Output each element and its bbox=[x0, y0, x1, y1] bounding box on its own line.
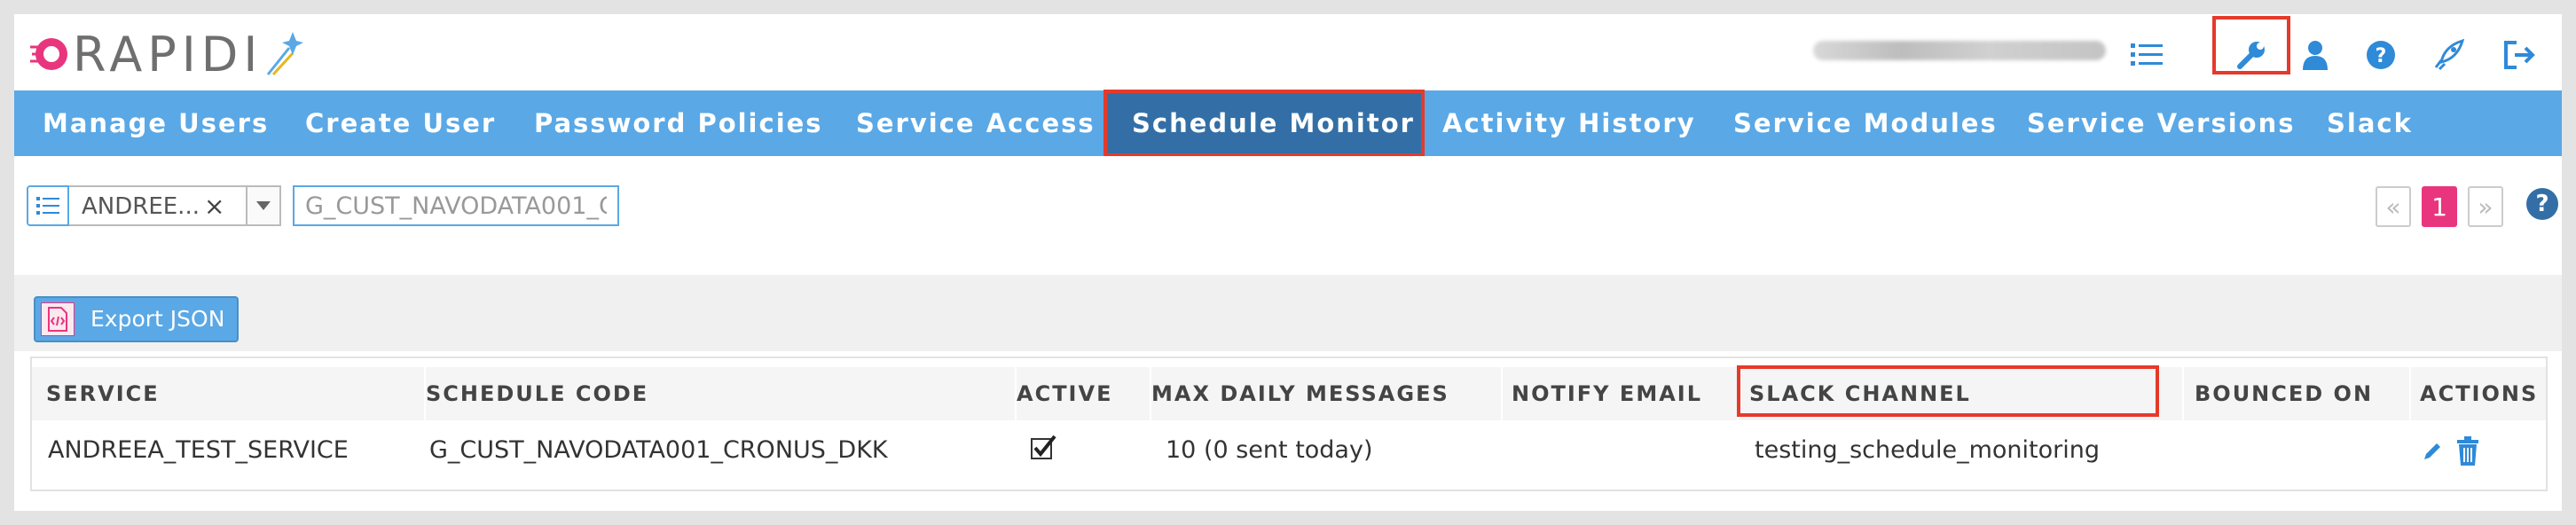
schedule-monitor-highlight bbox=[1103, 90, 1425, 157]
logo-text: RAPIDI bbox=[73, 26, 263, 82]
schedule-code-search-input[interactable] bbox=[293, 185, 619, 226]
edit-pencil-icon[interactable] bbox=[2422, 441, 2443, 462]
rocket-icon[interactable] bbox=[2427, 34, 2470, 76]
export-json-button[interactable]: Export JSON bbox=[34, 296, 240, 342]
pager-next-button[interactable]: » bbox=[2468, 186, 2503, 227]
app-frame: RAPIDI ? Manage Users Create User Passwo… bbox=[14, 14, 2562, 511]
active-checkbox[interactable] bbox=[1031, 429, 1057, 479]
help-icon[interactable]: ? bbox=[2360, 34, 2402, 76]
cell-max-daily-messages: 10 (0 sent today) bbox=[1166, 436, 1373, 464]
schedule-table: SERVICE SCHEDULE CODE ACTIVE MAX DAILY M… bbox=[30, 357, 2548, 491]
logo-spark-icon bbox=[267, 32, 304, 76]
user-icon[interactable] bbox=[2294, 34, 2336, 76]
json-file-icon bbox=[41, 302, 75, 336]
delete-trash-icon[interactable] bbox=[2454, 435, 2481, 466]
nav-activity-history[interactable]: Activity History bbox=[1442, 90, 1696, 156]
list-icon bbox=[36, 197, 59, 215]
logout-icon[interactable] bbox=[2498, 34, 2541, 76]
filter-row: ANDREE... × « 1 » ? bbox=[14, 156, 2562, 289]
column-divider bbox=[2182, 367, 2184, 474]
column-header-active[interactable]: ACTIVE bbox=[1017, 371, 1112, 417]
column-header-actions: ACTIONS bbox=[2420, 381, 2539, 406]
list-icon[interactable] bbox=[2125, 34, 2168, 76]
cell-slack-channel: testing_schedule_monitoring bbox=[1755, 436, 2100, 464]
cell-schedule-code: G_CUST_NAVODATA001_CRONUS_DKK bbox=[429, 436, 888, 464]
cell-service: ANDREEA_TEST_SERVICE bbox=[48, 436, 349, 464]
nav-password-policies[interactable]: Password Policies bbox=[534, 90, 823, 156]
column-header-bounced-on[interactable]: BOUNCED ON bbox=[2195, 371, 2373, 417]
clear-selection-icon[interactable]: × bbox=[204, 187, 224, 226]
chevron-down-icon bbox=[256, 201, 271, 210]
export-json-label: Export JSON bbox=[90, 306, 225, 332]
svg-text:?: ? bbox=[2376, 45, 2387, 67]
nav-manage-users[interactable]: Manage Users bbox=[43, 90, 269, 156]
checkbox-checked-icon bbox=[1031, 435, 1056, 459]
list-toggle-button[interactable] bbox=[27, 185, 69, 226]
nav-service-access[interactable]: Service Access bbox=[856, 90, 1096, 156]
nav-service-modules[interactable]: Service Modules bbox=[1733, 90, 1998, 156]
column-header-service[interactable]: SERVICE bbox=[46, 371, 160, 417]
header: RAPIDI ? bbox=[14, 14, 2562, 90]
column-header-max-daily-messages[interactable]: MAX DAILY MESSAGES bbox=[1151, 371, 1449, 417]
service-select-value: ANDREE... bbox=[82, 193, 200, 220]
toolbar: Export JSON bbox=[14, 275, 2562, 351]
service-select-dropdown[interactable] bbox=[246, 185, 281, 226]
slack-channel-highlight bbox=[1737, 365, 2159, 417]
rapidi-logo[interactable]: RAPIDI bbox=[30, 25, 304, 83]
nav-service-versions[interactable]: Service Versions bbox=[2027, 90, 2296, 156]
wrench-icon[interactable] bbox=[2230, 34, 2273, 76]
username-redacted bbox=[1813, 41, 2106, 60]
column-divider bbox=[1501, 367, 1503, 474]
column-header-schedule-code[interactable]: SCHEDULE CODE bbox=[426, 371, 648, 417]
main-nav: Manage Users Create User Password Polici… bbox=[14, 90, 2562, 157]
pager-page-current[interactable]: 1 bbox=[2422, 186, 2457, 227]
logo-mark-icon bbox=[30, 38, 67, 70]
nav-slack[interactable]: Slack bbox=[2327, 90, 2413, 156]
service-select[interactable]: ANDREE... × bbox=[69, 185, 261, 226]
column-divider bbox=[2409, 367, 2411, 474]
pager-prev-button[interactable]: « bbox=[2376, 186, 2411, 227]
help-icon[interactable]: ? bbox=[2526, 188, 2558, 220]
row-actions bbox=[2422, 433, 2481, 468]
column-header-notify-email[interactable]: NOTIFY EMAIL bbox=[1512, 371, 1702, 417]
nav-create-user[interactable]: Create User bbox=[305, 90, 496, 156]
